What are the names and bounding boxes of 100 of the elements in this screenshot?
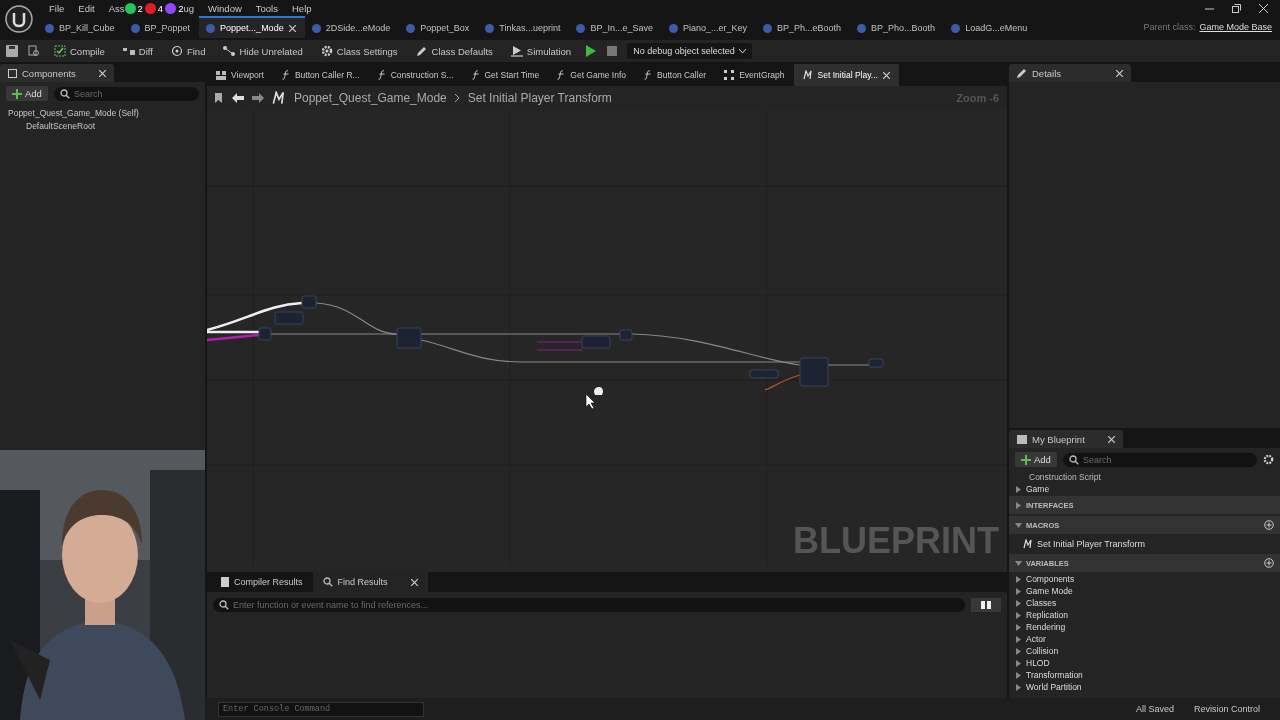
toolbar-button[interactable]: Compile bbox=[50, 43, 109, 59]
bookmark-icon[interactable] bbox=[215, 93, 224, 103]
tree-item[interactable]: Poppet_Quest_Game_Mode (Self) bbox=[8, 108, 139, 118]
function-icon bbox=[471, 70, 480, 80]
graph-node[interactable] bbox=[396, 327, 422, 349]
menu-item[interactable]: Help bbox=[285, 2, 319, 14]
document-tab[interactable]: BP_Poppet bbox=[123, 16, 200, 38]
logo-icon[interactable] bbox=[4, 4, 34, 34]
graph-tab[interactable]: Viewport bbox=[207, 64, 273, 86]
document-tab[interactable]: Tinkas...ueprint bbox=[478, 16, 570, 38]
plus-icon bbox=[12, 88, 22, 99]
category-item[interactable]: Game bbox=[1026, 484, 1050, 494]
menu-item[interactable]: File bbox=[42, 2, 72, 14]
graph-node[interactable] bbox=[301, 295, 317, 309]
category-item[interactable]: Components bbox=[1026, 574, 1075, 584]
category-item[interactable]: Classes bbox=[1026, 598, 1057, 608]
graph-tab[interactable]: Get Start Time bbox=[462, 64, 549, 86]
document-tab[interactable]: BP_In...e_Save bbox=[569, 16, 662, 38]
binoculars-button[interactable] bbox=[971, 598, 1001, 612]
graph-node[interactable] bbox=[619, 329, 633, 341]
graph-tab[interactable]: EventGraph bbox=[715, 64, 794, 86]
breadcrumb-item[interactable]: Set Initial Player Transform bbox=[467, 91, 612, 105]
graph-tab[interactable]: Get Game Info bbox=[548, 64, 636, 86]
list-item[interactable]: Construction Script bbox=[1009, 471, 1280, 483]
toolbar-button[interactable]: Diff bbox=[118, 43, 157, 59]
macro-icon bbox=[1023, 539, 1033, 549]
find-field[interactable]: Enter function or event name to find references... bbox=[213, 598, 965, 612]
toolbar-button[interactable]: Find bbox=[166, 43, 210, 59]
menu-item[interactable]: Tools bbox=[248, 2, 285, 14]
close-icon[interactable] bbox=[288, 24, 296, 32]
graph-node[interactable] bbox=[274, 311, 304, 325]
breadcrumb-item[interactable]: Poppet_Quest_Game_Mode bbox=[294, 91, 447, 105]
document-tab[interactable]: LoadG...eMenu bbox=[944, 16, 1037, 38]
close-icon[interactable] bbox=[1116, 69, 1124, 77]
parent-class-label: Parent class: bbox=[1143, 22, 1196, 32]
add-icon[interactable] bbox=[1264, 520, 1274, 530]
close-icon[interactable] bbox=[410, 578, 418, 586]
graph-node[interactable] bbox=[799, 357, 829, 387]
menu-item[interactable]: Edit bbox=[71, 2, 102, 14]
macro-item[interactable]: Set Initial Player Transform bbox=[1037, 539, 1146, 549]
category-item[interactable]: Transformation bbox=[1026, 670, 1083, 680]
document-tab[interactable]: Poppet_Box bbox=[399, 16, 479, 38]
document-tab[interactable]: Piano_...er_Key bbox=[662, 16, 757, 38]
save-icon[interactable] bbox=[6, 45, 18, 57]
category-item[interactable]: Replication bbox=[1026, 610, 1069, 620]
panel-tab[interactable]: Find Results bbox=[312, 572, 428, 592]
parent-class-link[interactable]: Game Mode Base bbox=[1199, 22, 1272, 32]
document-tab[interactable]: BP_Kill_Cube bbox=[38, 16, 124, 38]
graph-tab[interactable]: Button Caller R... bbox=[272, 64, 369, 86]
tree-item[interactable]: DefaultSceneRoot bbox=[26, 121, 95, 131]
debug-object-dropdown[interactable]: No debug object selected bbox=[627, 43, 752, 59]
stop-icon[interactable] bbox=[607, 46, 618, 56]
panel-tab[interactable]: Compiler Results bbox=[211, 572, 313, 592]
category-item[interactable]: World Partition bbox=[1026, 682, 1082, 692]
console-field[interactable]: Enter Console Command bbox=[218, 701, 424, 717]
toolbar-button[interactable]: Hide Unrelated bbox=[219, 43, 307, 59]
add-button[interactable]: Add bbox=[6, 86, 48, 101]
add-button[interactable]: Add bbox=[1015, 452, 1057, 467]
document-tab[interactable]: Poppet..._Mode bbox=[199, 16, 305, 38]
status-button[interactable]: All Saved bbox=[1129, 703, 1180, 715]
menu-item[interactable]: ug bbox=[183, 2, 201, 14]
graph-tab[interactable]: Construction S... bbox=[368, 64, 463, 86]
close-icon[interactable] bbox=[1107, 435, 1115, 443]
restore-icon[interactable] bbox=[1232, 3, 1241, 13]
toolbar-button[interactable]: Simulation bbox=[506, 43, 576, 59]
expand-arrow-icon[interactable] bbox=[1015, 501, 1022, 509]
graph-tab[interactable]: Set Initial Play... bbox=[793, 64, 899, 86]
settings-icon[interactable] bbox=[1263, 454, 1274, 465]
toolbar-button[interactable]: Class Defaults bbox=[411, 43, 497, 59]
category-item[interactable]: HLOD bbox=[1026, 658, 1050, 668]
add-icon[interactable] bbox=[1264, 558, 1274, 568]
menu-item[interactable]: Window bbox=[201, 2, 249, 14]
collapse-arrow-icon[interactable] bbox=[1015, 559, 1022, 567]
document-tab[interactable]: 2DSide...eMode bbox=[304, 16, 400, 38]
category-item[interactable]: Rendering bbox=[1026, 622, 1066, 632]
category-item[interactable]: Actor bbox=[1026, 634, 1046, 644]
document-tab[interactable]: BP_Pho...Booth bbox=[850, 16, 945, 38]
browse-icon[interactable] bbox=[28, 45, 40, 57]
forward-arrow-icon[interactable] bbox=[252, 93, 264, 103]
wire bbox=[827, 364, 870, 366]
graph-node[interactable] bbox=[749, 369, 779, 379]
close-icon[interactable] bbox=[882, 71, 890, 79]
status-button[interactable]: Revision Control bbox=[1187, 703, 1266, 715]
back-arrow-icon[interactable] bbox=[232, 93, 244, 103]
graph-node[interactable] bbox=[581, 335, 611, 349]
document-tab[interactable]: BP_Ph...eBooth bbox=[756, 16, 851, 38]
graph-tab[interactable]: Button Caller bbox=[635, 64, 716, 86]
expand-arrow-icon[interactable] bbox=[1015, 485, 1022, 493]
search-field[interactable]: Search bbox=[53, 86, 199, 101]
play-icon[interactable] bbox=[585, 45, 598, 57]
collapse-arrow-icon[interactable] bbox=[1015, 521, 1022, 529]
toolbar-button[interactable]: Class Settings bbox=[316, 43, 402, 59]
close-icon[interactable] bbox=[1259, 3, 1268, 13]
close-icon[interactable] bbox=[98, 69, 106, 77]
menu-item[interactable]: Ass bbox=[101, 2, 125, 14]
graph-node[interactable] bbox=[258, 327, 272, 341]
category-item[interactable]: Collision bbox=[1026, 646, 1059, 656]
search-field[interactable]: Search bbox=[1062, 452, 1257, 467]
category-item[interactable]: Game Mode bbox=[1026, 586, 1073, 596]
graph-node[interactable] bbox=[868, 358, 884, 368]
